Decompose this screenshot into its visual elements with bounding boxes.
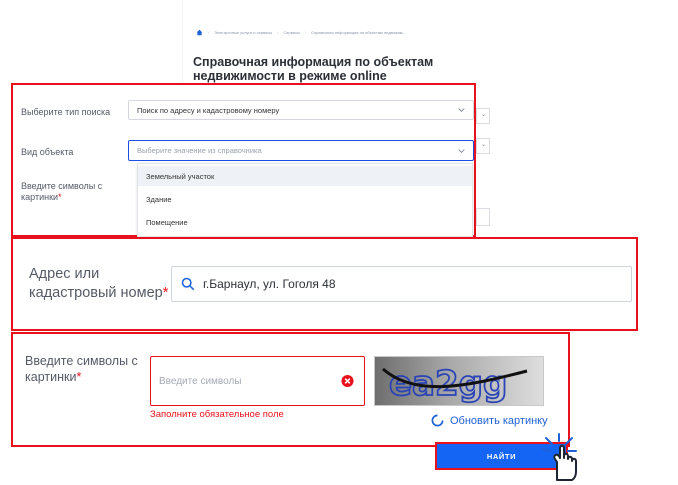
dropdown-option-land-plot[interactable]: Земельный участок [138, 166, 472, 186]
callout-address: Адрес или кадастровый номер* г.Барнаул, … [11, 237, 638, 331]
callout-search-form: Выберите тип поиска Поиск по адресу и ка… [11, 83, 476, 237]
refresh-captcha-label: Обновить картинку [450, 414, 548, 427]
breadcrumb-item-current: Справочная информация по объектам недвиж… [311, 30, 406, 35]
home-icon[interactable] [196, 29, 203, 36]
breadcrumb-item-services[interactable]: Электронные услуги и сервисы [214, 30, 272, 35]
search-icon [181, 277, 195, 291]
dropdown-option-premises[interactable]: Помещение [138, 212, 472, 232]
chevron-down-icon: ⌄ [481, 142, 487, 148]
address-input[interactable]: г.Барнаул, ул. Гоголя 48 [171, 266, 632, 302]
pointer-hand-icon [541, 433, 577, 481]
captcha-error-text: Заполните обязательное поле [150, 409, 284, 420]
object-type-dropdown: Земельный участок Здание Помещение [137, 163, 473, 237]
object-type-select[interactable]: Выберите значение из справочника [128, 140, 474, 161]
captcha-input[interactable]: Введите символы [150, 356, 365, 406]
chevron-down-icon [458, 108, 465, 113]
breadcrumb-item-sections[interactable]: Сервисы [283, 30, 300, 35]
search-type-select[interactable]: Поиск по адресу и кадастровому номеру [128, 100, 474, 120]
captcha-text: ea2gg [389, 364, 507, 404]
object-type-placeholder: Выберите значение из справочника [137, 146, 262, 155]
page-title: Справочная информация по объектам недвиж… [193, 55, 434, 83]
captcha-label-small: Введите символы с картинки* [21, 181, 103, 202]
address-label: Адрес или кадастровый номер* [29, 266, 169, 301]
address-value: г.Барнаул, ул. Гоголя 48 [203, 277, 336, 291]
object-type-label: Вид объекта [21, 147, 74, 157]
ghost-input [476, 208, 490, 226]
search-type-value: Поиск по адресу и кадастровому номеру [137, 105, 280, 115]
refresh-icon [431, 414, 444, 427]
dropdown-option-building[interactable]: Здание [138, 189, 472, 209]
callout-captcha: Введите символы с картинки* Введите симв… [11, 332, 570, 447]
captcha-placeholder: Введите символы [159, 375, 242, 387]
captcha-image: ea2gg [374, 356, 544, 406]
refresh-captcha-link[interactable]: Обновить картинку [431, 414, 548, 427]
chevron-down-icon: ⌄ [481, 112, 487, 118]
breadcrumb: / Электронные услуги и сервисы / Сервисы… [196, 29, 406, 36]
chevron-down-icon [458, 148, 465, 153]
search-type-label: Выберите тип поиска [21, 107, 111, 117]
captcha-label: Введите символы с картинки* [25, 354, 138, 384]
error-clear-icon[interactable] [341, 374, 354, 388]
